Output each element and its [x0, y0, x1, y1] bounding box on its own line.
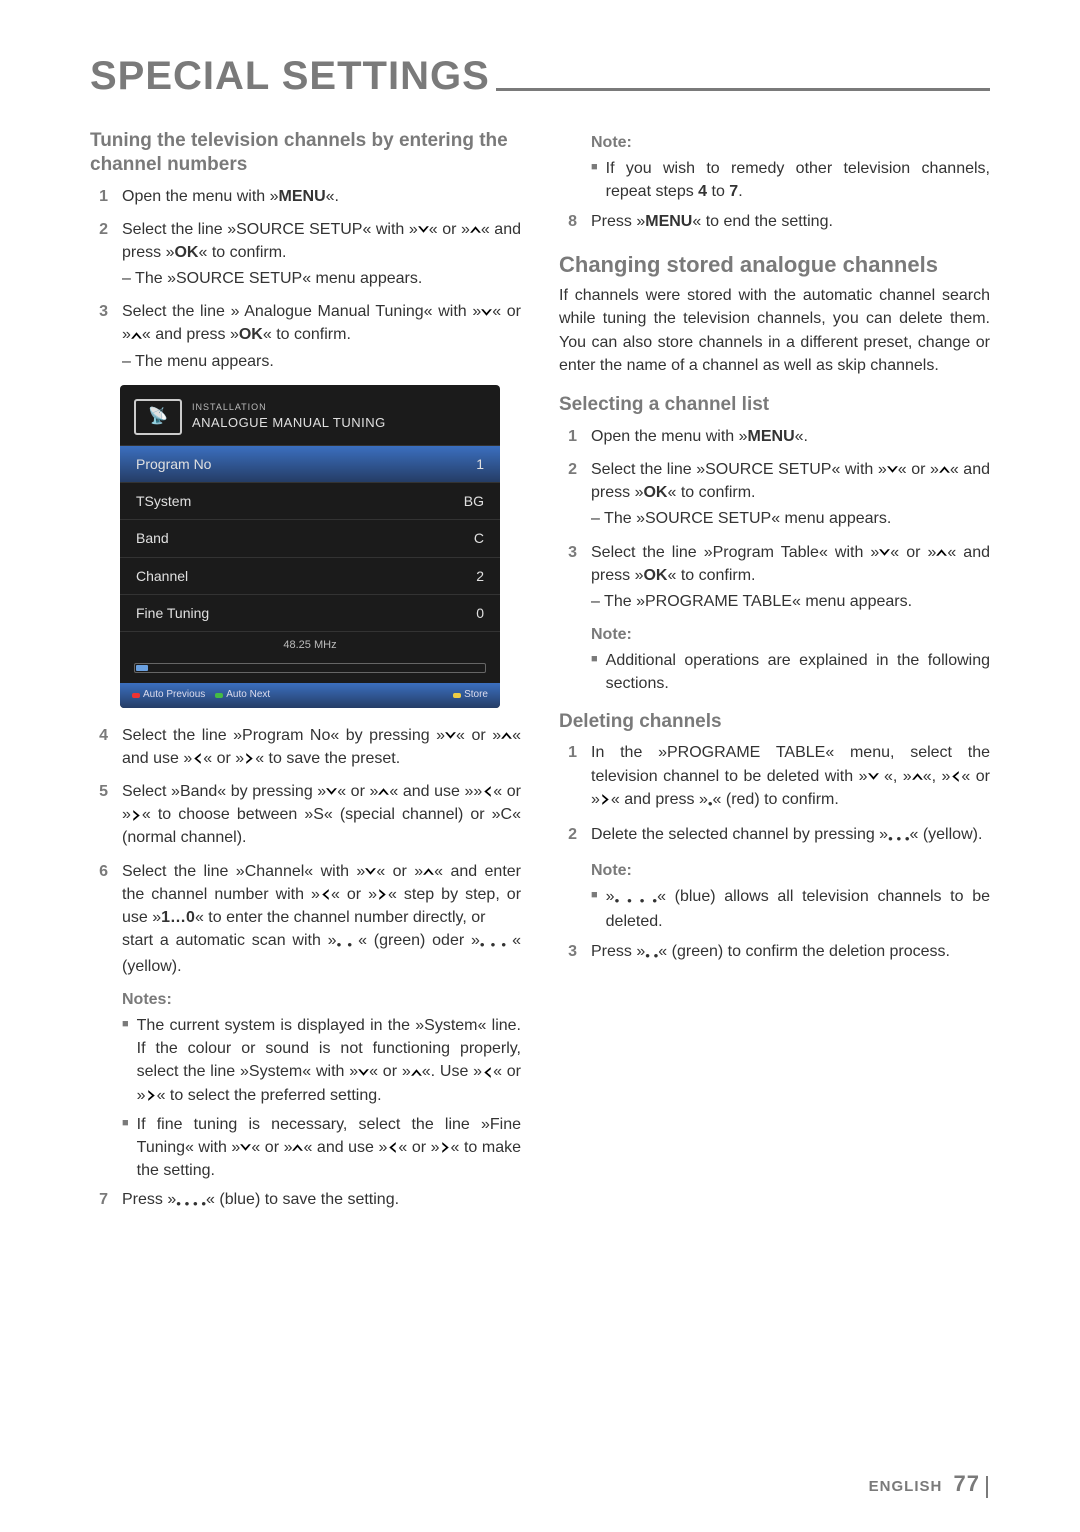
page-title: SPECIAL SETTINGS [90, 54, 990, 99]
step-2: Select the line »SOURCE SETUP« with »« o… [122, 218, 521, 291]
note-item: ■The current system is displayed in the … [122, 1014, 521, 1107]
note-item: ■Additional operations are explained in … [591, 649, 990, 695]
step-3: Select the line » Analogue Manual Tuning… [122, 300, 521, 373]
note-item: ■If you wish to remedy other television … [591, 157, 990, 203]
step-5: Select »Band« by pressing »« or »« and u… [122, 780, 521, 850]
step-3: Press »• •« (green) to confirm the delet… [591, 940, 990, 966]
auto-next-button[interactable]: Auto Next [215, 688, 270, 703]
step-1: In the »PROGRAME TABLE« menu, select the… [591, 741, 990, 813]
left-column: Tuning the television channels by enteri… [90, 125, 521, 1224]
menu-row[interactable]: Channel2 [120, 557, 500, 594]
menu-row[interactable]: Program No1 [120, 445, 500, 482]
note-item: ■»• • • •« (blue) allows all television … [591, 885, 990, 934]
section-heading: Changing stored analogue channels [559, 251, 990, 279]
section-heading: Selecting a channel list [559, 393, 990, 417]
section-heading: Tuning the television channels by enteri… [90, 129, 521, 177]
up-icon [130, 329, 143, 342]
step-6: Select the line »Channel« with »« or »« … [122, 860, 521, 978]
menu-row[interactable]: TSystemBG [120, 482, 500, 519]
page-footer: ENGLISH 77 [869, 1471, 990, 1498]
paragraph: If channels were stored with the automat… [559, 284, 990, 377]
store-button[interactable]: Store [453, 688, 488, 703]
antenna-icon: 📡 [134, 399, 182, 435]
step-4: Select the line »Program No« by pressing… [122, 724, 521, 770]
step-2: Select the line »SOURCE SETUP« with »« o… [591, 458, 990, 531]
step-8: Press »MENU« to end the setting. [591, 210, 990, 233]
manual-page: SPECIAL SETTINGS Tuning the television c… [0, 0, 1080, 1532]
note-item: ■If fine tuning is necessary, select the… [122, 1113, 521, 1183]
section-heading: Deleting channels [559, 710, 990, 734]
tv-menu-panel: 📡INSTALLATIONANALOGUE MANUAL TUNING Prog… [120, 385, 500, 708]
step-1: Open the menu with »MENU«. [591, 425, 990, 448]
auto-prev-button[interactable]: Auto Previous [132, 688, 205, 703]
step-1: Open the menu with »MENU«. [122, 185, 521, 208]
step-3: Select the line »Program Table« with »« … [591, 541, 990, 614]
menu-row[interactable]: Fine Tuning0 [120, 594, 500, 631]
signal-bar [134, 663, 486, 673]
step-2: Delete the selected channel by pressing … [591, 823, 990, 849]
menu-row[interactable]: BandC [120, 519, 500, 556]
right-column: Note: ■If you wish to remedy other telev… [559, 125, 990, 1224]
up-icon [469, 223, 482, 236]
step-7: Press »• • • •« (blue) to save the setti… [122, 1188, 521, 1214]
